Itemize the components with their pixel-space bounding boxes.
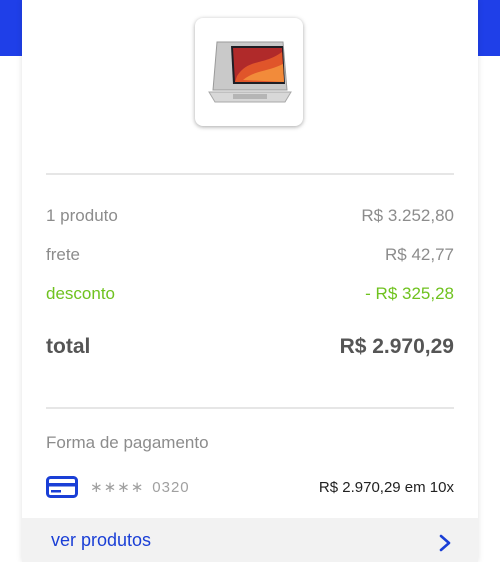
- total-value: R$ 2.970,29: [339, 335, 454, 358]
- view-products-button[interactable]: ver produtos: [22, 518, 478, 562]
- credit-card-icon: [46, 476, 78, 498]
- payment-method-row: ∗∗∗∗ 0320 R$ 2.970,29 em 10x: [46, 474, 454, 500]
- divider: [46, 407, 454, 409]
- total-row: total R$ 2.970,29: [46, 335, 454, 359]
- card-mask: ∗∗∗∗: [90, 479, 145, 496]
- discount-row: desconto - R$ 325,28: [46, 284, 454, 304]
- shipping-value: R$ 42,77: [385, 245, 454, 264]
- order-summary-card: 1 produto R$ 3.252,80 frete R$ 42,77 des…: [22, 0, 478, 562]
- products-label: 1 produto: [46, 206, 118, 225]
- discount-label: desconto: [46, 284, 115, 303]
- divider: [46, 173, 454, 175]
- product-thumbnail[interactable]: [195, 18, 303, 126]
- view-products-label: ver produtos: [51, 529, 152, 550]
- products-row: 1 produto R$ 3.252,80: [46, 206, 454, 226]
- laptop-image: [208, 41, 292, 103]
- card-last4: 0320: [152, 478, 190, 496]
- products-value: R$ 3.252,80: [361, 206, 454, 225]
- chevron-right-icon: [439, 534, 451, 552]
- installment-amount: R$ 2.970,29 em 10x: [318, 478, 454, 496]
- total-label: total: [46, 335, 91, 358]
- shipping-row: frete R$ 42,77: [46, 245, 454, 265]
- payment-method-title: Forma de pagamento: [46, 433, 209, 452]
- shipping-label: frete: [46, 245, 81, 264]
- discount-value: - R$ 325,28: [365, 284, 454, 303]
